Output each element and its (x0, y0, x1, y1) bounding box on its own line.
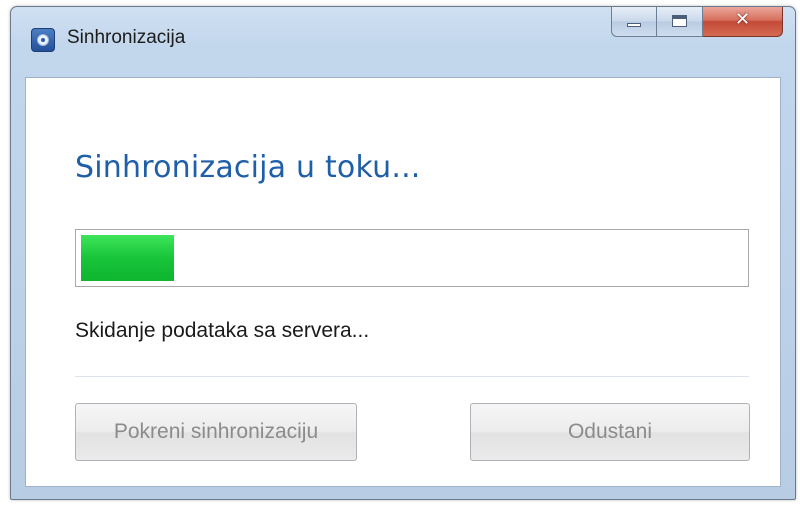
cancel-button[interactable]: Odustani (470, 403, 750, 461)
close-icon: ✕ (734, 9, 751, 30)
close-button[interactable]: ✕ (703, 7, 783, 37)
caption-buttons: ✕ (611, 7, 783, 39)
progress-track (81, 235, 743, 281)
progress-bar (75, 229, 749, 287)
divider (75, 376, 749, 377)
window-title: Sinhronizacija (67, 27, 186, 48)
minimize-button[interactable] (611, 7, 657, 37)
dialog-content: Sinhronizacija u toku... Skidanje podata… (25, 77, 781, 487)
title-bar[interactable]: Sinhronizacija ✕ (11, 7, 795, 75)
status-text: Skidanje podataka sa servera... (75, 319, 370, 342)
page-title: Sinhronizacija u toku... (75, 150, 421, 185)
progress-fill (81, 235, 174, 281)
sync-app-icon[interactable] (31, 28, 55, 52)
minimize-icon (627, 23, 641, 27)
sync-window: Sinhronizacija ✕ Sinhronizacija u toku..… (10, 6, 796, 500)
maximize-button[interactable] (657, 7, 703, 37)
start-sync-button[interactable]: Pokreni sinhronizaciju (75, 403, 357, 461)
maximize-icon (672, 15, 687, 27)
